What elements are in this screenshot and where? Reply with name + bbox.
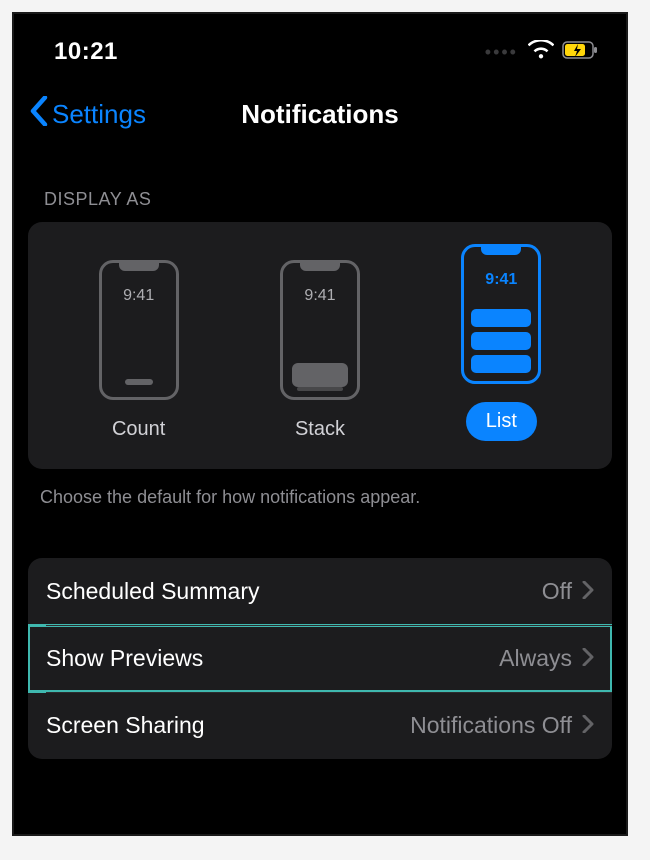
row-value: Notifications Off — [410, 712, 572, 739]
more-dots-icon: •••• — [485, 42, 518, 63]
scheduled-summary-row[interactable]: Scheduled Summary Off — [28, 558, 612, 625]
nav-bar: Settings Notifications — [14, 76, 626, 159]
row-value: Off — [542, 578, 572, 605]
page-title: Notifications — [241, 99, 398, 130]
display-mode-list[interactable]: 9:41 List — [461, 244, 541, 441]
chevron-right-icon — [582, 712, 594, 739]
row-label: Screen Sharing — [46, 712, 410, 739]
count-preview-icon: 9:41 — [99, 260, 179, 400]
row-label: Show Previews — [46, 645, 499, 672]
status-time: 10:21 — [54, 38, 118, 66]
back-button[interactable]: Settings — [30, 96, 146, 133]
display-mode-stack[interactable]: 9:41 Stack — [280, 260, 360, 441]
list-preview-icon: 9:41 — [461, 244, 541, 384]
notification-settings-list: Scheduled Summary Off Show Previews Alwa… — [28, 558, 612, 759]
chevron-right-icon — [582, 645, 594, 672]
list-label: List — [466, 402, 537, 441]
display-as-header: DISPLAY AS — [14, 159, 626, 222]
settings-notifications-screen: 10:21 •••• Settings Notification — [12, 12, 628, 836]
wifi-icon — [528, 40, 554, 65]
chevron-left-icon — [30, 96, 48, 133]
count-label: Count — [112, 418, 165, 441]
stack-label: Stack — [295, 418, 345, 441]
chevron-right-icon — [582, 578, 594, 605]
battery-charging-icon — [562, 41, 598, 64]
display-as-footer: Choose the default for how notifications… — [14, 469, 626, 508]
display-as-card: 9:41 Count 9:41 Stack 9:41 List — [28, 222, 612, 469]
show-previews-row[interactable]: Show Previews Always — [28, 625, 612, 692]
stack-preview-icon: 9:41 — [280, 260, 360, 400]
back-label: Settings — [52, 99, 146, 130]
row-value: Always — [499, 645, 572, 672]
row-label: Scheduled Summary — [46, 578, 542, 605]
status-bar: 10:21 •••• — [14, 14, 626, 76]
screen-sharing-row[interactable]: Screen Sharing Notifications Off — [28, 692, 612, 759]
status-icons: •••• — [485, 40, 598, 65]
display-mode-count[interactable]: 9:41 Count — [99, 260, 179, 441]
